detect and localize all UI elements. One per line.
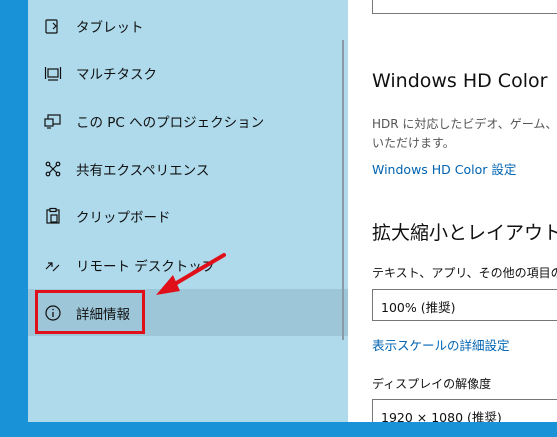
shared-experience-icon xyxy=(45,161,61,176)
sidebar-item-clipboard[interactable]: クリップボード xyxy=(28,192,348,239)
sidebar: タブレット マルチタスク この PC へのプロジェクション 共有エクスペリエンス… xyxy=(28,0,348,422)
sidebar-item-shared-experience[interactable]: 共有エクスペリエンス xyxy=(28,145,348,192)
sidebar-item-label: タブレット xyxy=(76,19,144,36)
highlight-box xyxy=(35,290,145,334)
text-size-dropdown[interactable]: 100% (推奨) xyxy=(372,289,557,321)
hd-color-description: HDR に対応したビデオ、ゲーム、ア xyxy=(372,117,557,131)
projection-icon xyxy=(44,113,61,129)
tablet-icon xyxy=(45,18,58,34)
resolution-dropdown[interactable]: 1920 × 1080 (推奨) xyxy=(372,399,557,422)
sidebar-item-label: 共有エクスペリエンス xyxy=(76,162,210,179)
resolution-label: ディスプレイの解像度 xyxy=(372,377,492,391)
hd-color-heading: Windows HD Color xyxy=(372,70,548,92)
text-size-label: テキスト、アプリ、その他の項目のサ xyxy=(372,266,557,280)
arrow-annotation xyxy=(156,253,226,295)
hd-color-settings-link[interactable]: Windows HD Color 設定 xyxy=(372,159,516,178)
remote-desktop-icon xyxy=(45,261,60,271)
multitask-icon xyxy=(44,66,62,81)
sidebar-scrollbar[interactable] xyxy=(342,40,344,340)
display-settings-panel: DELL P2422H Color Profile, D Windows HD … xyxy=(348,0,557,422)
settings-window: タブレット マルチタスク この PC へのプロジェクション 共有エクスペリエンス… xyxy=(28,0,557,422)
advanced-scaling-link[interactable]: 表示スケールの詳細設定 xyxy=(372,335,510,354)
sidebar-item-tablet[interactable]: タブレット xyxy=(28,2,348,49)
sidebar-item-label: クリップボード xyxy=(76,209,171,226)
sidebar-item-label: この PC へのプロジェクション xyxy=(76,114,265,131)
sidebar-item-projection[interactable]: この PC へのプロジェクション xyxy=(28,97,348,144)
clipboard-icon xyxy=(46,207,60,224)
scale-layout-heading: 拡大縮小とレイアウト xyxy=(372,222,557,244)
hd-color-description-cont: いただけます。 xyxy=(372,136,455,150)
sidebar-item-label: マルチタスク xyxy=(76,66,157,83)
sidebar-item-multitask[interactable]: マルチタスク xyxy=(28,49,348,96)
color-profile-dropdown[interactable]: DELL P2422H Color Profile, D xyxy=(372,0,557,14)
